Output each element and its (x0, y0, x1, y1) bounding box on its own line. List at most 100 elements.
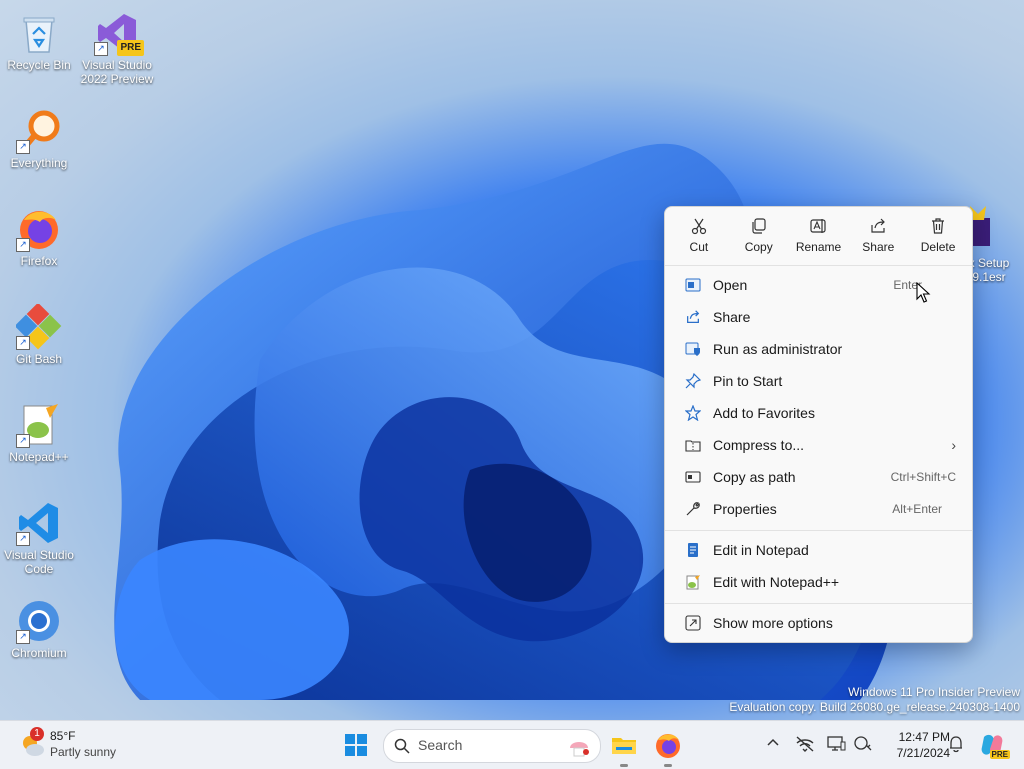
desktop-icon-label: Chromium (11, 646, 67, 660)
cut-button[interactable]: Cut (669, 207, 729, 265)
shortcut-arrow-icon: ↗ (16, 532, 30, 546)
desktop-icon-visual-studio-preview[interactable]: PRE ↗ Visual Studio 2022 Preview (80, 4, 154, 86)
shortcut-arrow-icon: ↗ (16, 434, 30, 448)
copy-icon (752, 218, 766, 234)
more-options-icon (679, 615, 707, 631)
shortcut-arrow-icon: ↗ (94, 42, 108, 56)
shortcut-arrow-icon: ↗ (16, 630, 30, 644)
menu-item-properties[interactable]: Properties Alt+Enter (673, 494, 964, 524)
wrench-icon (679, 501, 707, 517)
watermark-line-1: Windows 11 Pro Insider Preview (848, 685, 1020, 699)
firefox-icon (656, 734, 680, 758)
menu-item-label: Open (713, 277, 748, 293)
search-placeholder: Search (418, 737, 463, 753)
rename-button[interactable]: Rename (789, 207, 849, 265)
share-icon (679, 309, 707, 325)
chevron-up-icon[interactable] (765, 735, 781, 751)
network-disconnected-icon[interactable] (795, 735, 815, 753)
recycle-bin-icon (16, 10, 62, 56)
path-icon (679, 469, 707, 485)
magnifier-icon: ↗ (16, 108, 62, 154)
desktop-icon-everything[interactable]: ↗ Everything (2, 102, 76, 170)
menu-item-label: Copy as path (713, 469, 796, 485)
taskbar-file-explorer[interactable] (608, 729, 640, 767)
weather-widget[interactable]: 1 85°F Partly sunny (16, 727, 126, 763)
mouse-cursor-icon (916, 282, 931, 303)
desktop-icon-label: Visual Studio Code (4, 548, 74, 576)
menu-item-label: Run as administrator (713, 341, 843, 357)
chevron-right-icon: › (951, 437, 956, 453)
rename-label: Rename (795, 240, 842, 254)
firefox-icon: ↗ (16, 206, 62, 252)
trash-icon (932, 218, 945, 234)
menu-item-show-more-options[interactable]: Show more options (673, 608, 964, 638)
search-highlight-icon (570, 742, 589, 757)
git-bash-icon: ↗ (14, 302, 62, 350)
notepadpp-icon (679, 574, 707, 590)
watermark-line-2: Evaluation copy. Build 26080.ge_release.… (729, 700, 1020, 714)
menu-item-label: Pin to Start (713, 373, 783, 389)
notepadpp-icon: ↗ (16, 402, 62, 448)
notepad-icon (679, 542, 707, 558)
folder-icon (612, 738, 636, 754)
delete-button[interactable]: Delete (908, 207, 968, 265)
pre-badge: PRE (989, 750, 1010, 759)
desktop-icon-git-bash[interactable]: ↗ Git Bash (2, 298, 76, 366)
clock-date: 7/21/2024 (896, 746, 950, 760)
menu-item-pin-to-start[interactable]: Pin to Start (673, 366, 964, 396)
copilot-button[interactable]: PRE (978, 731, 1010, 759)
system-clock[interactable]: 12:47 PM 7/21/2024 (878, 729, 950, 761)
menu-item-edit-with-notepadpp[interactable]: Edit with Notepad++ (673, 567, 964, 597)
taskbar-firefox[interactable] (652, 729, 684, 767)
weather-condition: Partly sunny (50, 745, 117, 759)
shield-icon (679, 341, 707, 357)
build-watermark: Windows 11 Pro Insider Preview Evaluatio… (729, 685, 1020, 715)
menu-item-add-to-favorites[interactable]: Add to Favorites (673, 398, 964, 428)
share-button[interactable]: Share (848, 207, 908, 265)
desktop-icon-firefox[interactable]: ↗ Firefox (2, 200, 76, 268)
windows-logo-icon (345, 734, 367, 756)
start-button[interactable] (340, 729, 372, 761)
desktop-icon-label: Git Bash (15, 352, 63, 366)
desktop-icon-recycle-bin[interactable]: Recycle Bin (2, 4, 76, 72)
desktop-icon-label: Firefox (20, 254, 58, 268)
desktop-icon-label: Everything (10, 156, 68, 170)
rename-icon (810, 219, 827, 233)
taskbar: 1 85°F Partly sunny Search 12:47 PM 7/21… (0, 720, 1024, 769)
desktop-icon-label: Recycle Bin (7, 58, 71, 72)
chromium-icon: ↗ (16, 598, 62, 644)
menu-item-accelerator: Alt+Enter (892, 502, 942, 516)
accessibility-icon[interactable] (853, 735, 873, 753)
desktop-icon-chromium[interactable]: ↗ Chromium (2, 592, 76, 660)
menu-item-edit-in-notepad[interactable]: Edit in Notepad (673, 535, 964, 565)
menu-item-label: Share (713, 309, 751, 325)
delete-label: Delete (920, 240, 956, 254)
notification-bell-icon[interactable] (948, 735, 964, 753)
menu-item-accelerator: Ctrl+Shift+C (890, 470, 956, 484)
copy-button[interactable]: Copy (729, 207, 789, 265)
menu-item-share[interactable]: Share (673, 302, 964, 332)
menu-item-label: Edit in Notepad (713, 542, 809, 558)
shortcut-arrow-icon: ↗ (16, 336, 30, 350)
menu-separator (665, 530, 972, 531)
share-icon (871, 218, 886, 233)
menu-item-copy-as-path[interactable]: Copy as path Ctrl+Shift+C (673, 462, 964, 492)
menu-item-compress-to[interactable]: Compress to... › (673, 430, 964, 460)
desktop-icon-notepadpp[interactable]: ↗ Notepad++ (2, 396, 76, 464)
menu-item-run-as-admin[interactable]: Run as administrator (673, 334, 964, 364)
context-menu: Cut Copy Rename Share Delete Open Enter … (664, 206, 973, 643)
search-icon (394, 738, 410, 754)
menu-separator (665, 603, 972, 604)
desktop-icon-label: Visual Studio 2022 Preview (80, 58, 154, 86)
menu-item-label: Compress to... (713, 437, 805, 453)
running-indicator (664, 764, 672, 767)
pin-icon (679, 373, 707, 389)
display-icon[interactable] (826, 735, 846, 753)
search-box[interactable]: Search (383, 729, 601, 763)
weather-temp: 85°F (50, 729, 76, 743)
window-icon (679, 277, 707, 293)
copy-label: Copy (744, 240, 773, 254)
desktop-icon-vscode[interactable]: ↗ Visual Studio Code (2, 494, 76, 576)
share-label: Share (862, 240, 895, 254)
scissors-icon (691, 218, 706, 235)
